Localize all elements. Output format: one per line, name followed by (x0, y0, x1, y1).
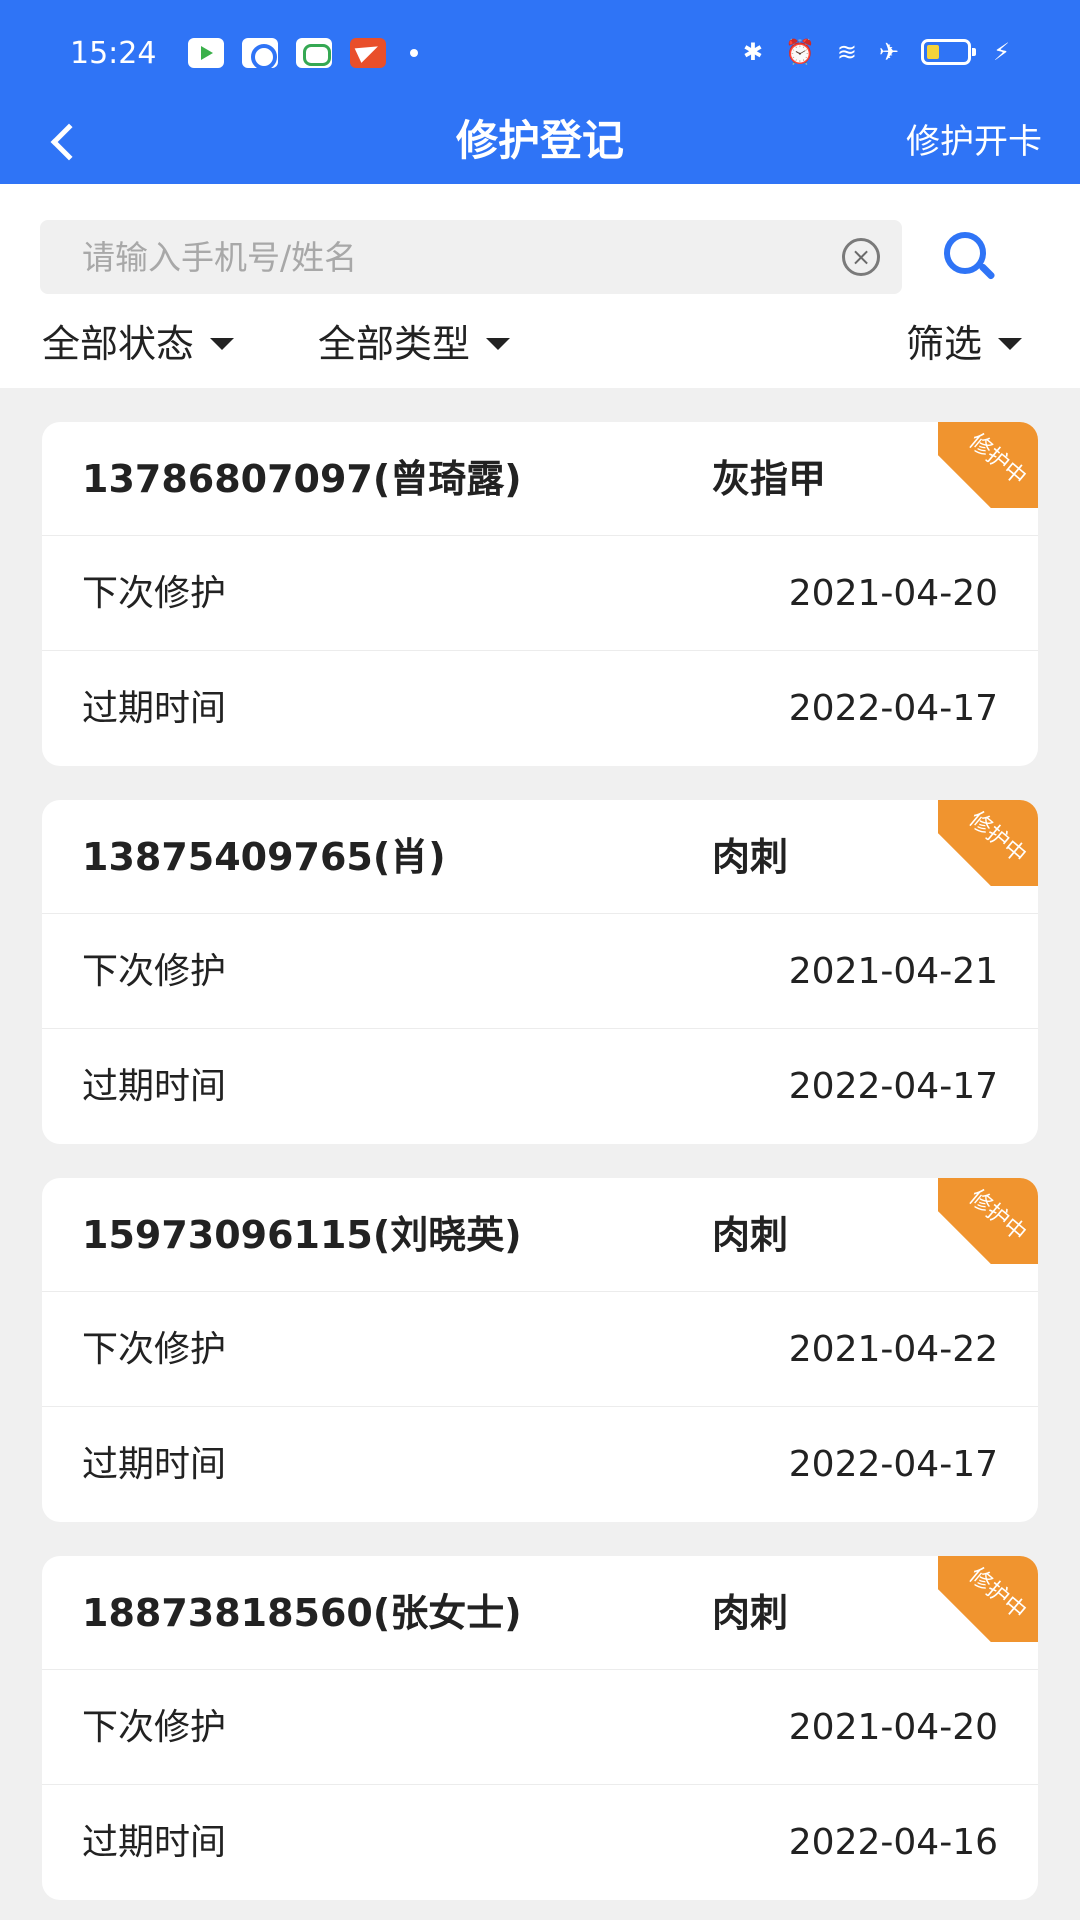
search-box: × (40, 220, 902, 294)
record-contact: 13875409765(肖) (82, 835, 446, 879)
next-care-row: 下次修护 2021-04-20 (42, 1670, 1038, 1785)
caret-down-icon (210, 338, 235, 350)
expire-row: 过期时间 2022-04-17 (42, 1029, 1038, 1144)
expire-label: 过期时间 (82, 688, 227, 729)
top-bar: 15:24 ✱ ⏰ ≋ ✈ ⚡ 修护登记 修护开卡 (0, 0, 1080, 184)
record-card[interactable]: 15973096115(刘晓英) 肉刺 修护中 下次修护 2021-04-22 … (42, 1178, 1038, 1522)
status-badge-text: 修护中 (964, 429, 1031, 491)
next-care-label: 下次修护 (82, 1707, 227, 1748)
chat-app-icon (296, 38, 332, 68)
eye-app-icon (242, 38, 278, 70)
record-contact: 18873818560(张女士) (82, 1591, 522, 1635)
next-care-date: 2021-04-20 (788, 573, 998, 614)
status-badge-text: 修护中 (964, 1563, 1031, 1625)
status-badge: 修护中 (938, 1556, 1038, 1642)
expire-date: 2022-04-17 (788, 1444, 998, 1485)
status-filter-label: 全部状态 (42, 322, 195, 366)
video-app-icon (188, 38, 224, 68)
nav-bar: 修护登记 修护开卡 (0, 108, 1080, 184)
battery-icon (921, 39, 977, 65)
wifi-icon: ≋ (836, 38, 858, 66)
expire-label: 过期时间 (82, 1066, 227, 1107)
record-card-header: 18873818560(张女士) 肉刺 修护中 (42, 1556, 1038, 1670)
expire-row: 过期时间 2022-04-17 (42, 651, 1038, 766)
next-care-date: 2021-04-20 (788, 1707, 998, 1748)
status-app-icons (188, 38, 418, 70)
status-badge-text: 修护中 (964, 807, 1031, 869)
record-type: 灰指甲 (712, 457, 827, 501)
status-right-icons: ✱ ⏰ ≋ ✈ ⚡ (743, 38, 1010, 66)
status-badge-text: 修护中 (964, 1185, 1031, 1247)
plane-app-icon (350, 38, 386, 68)
expire-date: 2022-04-17 (788, 688, 998, 729)
record-card[interactable]: 18873818560(张女士) 肉刺 修护中 下次修护 2021-04-20 … (42, 1556, 1038, 1900)
next-care-label: 下次修护 (82, 951, 227, 992)
next-care-label: 下次修护 (82, 1329, 227, 1370)
next-care-date: 2021-04-22 (788, 1329, 998, 1370)
search-filter-area: × 全部状态 全部类型 筛选 (0, 184, 1080, 388)
open-card-button[interactable]: 修护开卡 (906, 114, 1042, 170)
back-arrow-icon (50, 123, 88, 161)
record-card-header: 15973096115(刘晓英) 肉刺 修护中 (42, 1178, 1038, 1292)
clear-icon[interactable]: × (842, 238, 880, 276)
record-type: 肉刺 (712, 835, 789, 879)
record-contact: 15973096115(刘晓英) (82, 1213, 522, 1257)
expire-label: 过期时间 (82, 1822, 227, 1863)
record-card[interactable]: 13875409765(肖) 肉刺 修护中 下次修护 2021-04-21 过期… (42, 800, 1038, 1144)
status-time: 15:24 (70, 36, 157, 71)
filter-label: 筛选 (906, 322, 983, 366)
caret-down-icon (486, 338, 511, 350)
record-card-header: 13786807097(曾琦露) 灰指甲 修护中 (42, 422, 1038, 536)
type-filter-label: 全部类型 (318, 322, 471, 366)
expire-date: 2022-04-17 (788, 1066, 998, 1107)
filter-dropdown[interactable]: 筛选 (906, 314, 1023, 374)
next-care-date: 2021-04-21 (788, 951, 998, 992)
expire-row: 过期时间 2022-04-16 (42, 1785, 1038, 1900)
status-bar: 15:24 ✱ ⏰ ≋ ✈ ⚡ (0, 0, 1080, 108)
expire-date: 2022-04-16 (788, 1822, 998, 1863)
next-care-row: 下次修护 2021-04-21 (42, 914, 1038, 1029)
bluetooth-icon: ✱ (742, 38, 764, 66)
record-card[interactable]: 13786807097(曾琦露) 灰指甲 修护中 下次修护 2021-04-20… (42, 422, 1038, 766)
expire-label: 过期时间 (82, 1444, 227, 1485)
search-icon[interactable] (944, 232, 996, 284)
type-filter-dropdown[interactable]: 全部类型 (318, 314, 511, 374)
record-type: 肉刺 (712, 1213, 789, 1257)
record-list: 13786807097(曾琦露) 灰指甲 修护中 下次修护 2021-04-20… (0, 388, 1080, 1920)
notification-dot-icon (410, 49, 418, 57)
next-care-row: 下次修护 2021-04-20 (42, 536, 1038, 651)
status-badge: 修护中 (938, 422, 1038, 508)
status-badge: 修护中 (938, 1178, 1038, 1264)
status-badge: 修护中 (938, 800, 1038, 886)
next-care-label: 下次修护 (82, 573, 227, 614)
airplane-icon: ✈ (879, 38, 900, 66)
status-filter-dropdown[interactable]: 全部状态 (42, 314, 235, 374)
search-input[interactable] (40, 220, 820, 294)
caret-down-icon (998, 338, 1023, 350)
next-care-row: 下次修护 2021-04-22 (42, 1292, 1038, 1407)
record-type: 肉刺 (712, 1591, 789, 1635)
back-button[interactable] (34, 112, 94, 172)
record-card-header: 13875409765(肖) 肉刺 修护中 (42, 800, 1038, 914)
expire-row: 过期时间 2022-04-17 (42, 1407, 1038, 1522)
record-contact: 13786807097(曾琦露) (82, 457, 522, 501)
charging-icon: ⚡ (993, 38, 1010, 66)
alarm-icon: ⏰ (785, 38, 815, 66)
